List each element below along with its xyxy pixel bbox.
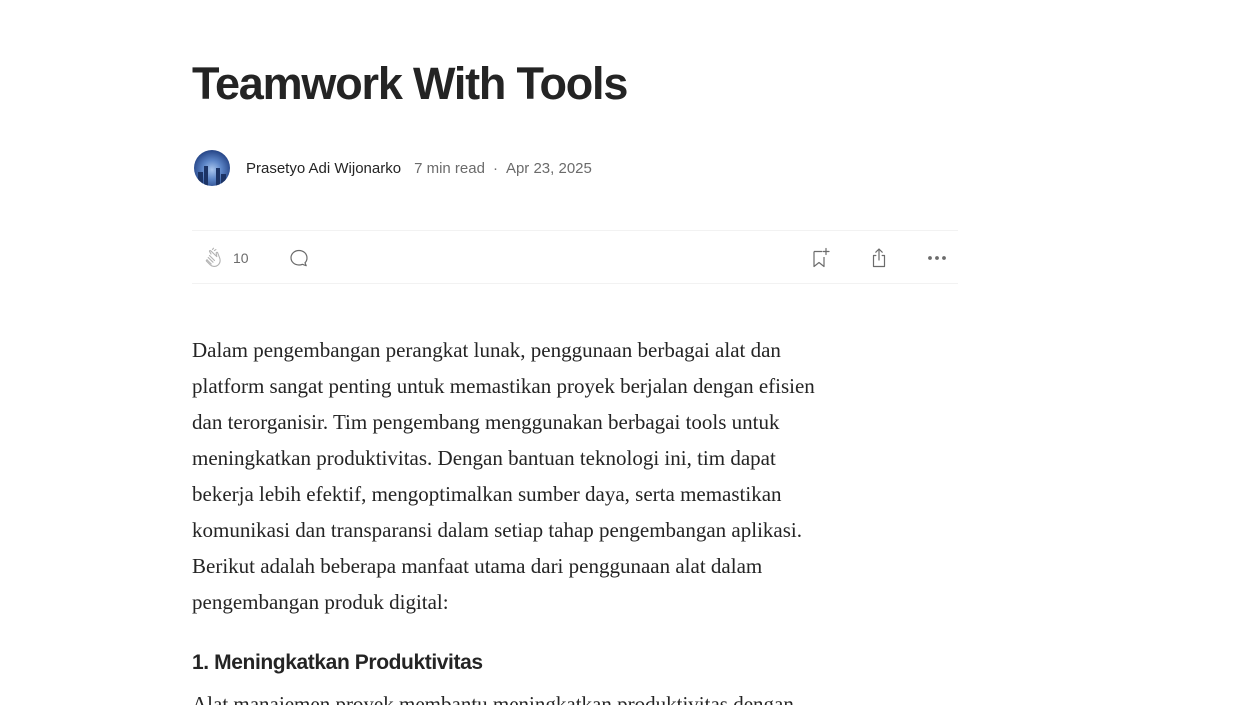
paragraph-line: bekerja lebih efektif, mengoptimalkan su… <box>192 482 782 506</box>
read-time: 7 min read <box>414 159 485 177</box>
bookmark-add-icon <box>808 246 832 270</box>
share-icon <box>867 246 891 270</box>
paragraph-line: platform sangat penting untuk memastikan… <box>192 374 815 398</box>
share-button[interactable] <box>867 231 891 285</box>
byline-separator: · <box>492 159 498 177</box>
more-horizontal-icon <box>925 246 949 270</box>
paragraph-line: Dalam pengembangan perangkat lunak, peng… <box>192 338 781 362</box>
paragraph-line: pengembangan produk digital: <box>192 590 449 614</box>
respond-button[interactable] <box>287 231 311 285</box>
clap-count: 10 <box>233 250 249 266</box>
paragraph-line: komunikasi dan transparansi dalam setiap… <box>192 518 802 542</box>
intro-paragraph: Dalam pengembangan perangkat lunak, peng… <box>192 332 958 620</box>
section-paragraph: Alat manajemen proyek membantu meningkat… <box>192 692 794 705</box>
paragraph-line: dan terorganisir. Tim pengembang menggun… <box>192 410 780 434</box>
paragraph-line: meningkatkan produktivitas. Dengan bantu… <box>192 446 776 470</box>
more-options-button[interactable] <box>925 231 949 285</box>
byline: Prasetyo Adi Wijonarko 7 min read · Apr … <box>194 150 592 186</box>
article-title: Teamwork With Tools <box>192 58 628 109</box>
section-heading: 1. Meningkatkan Produktivitas <box>192 651 483 674</box>
comment-icon <box>287 246 311 270</box>
author-avatar[interactable] <box>194 150 230 186</box>
clap-icon <box>202 246 226 270</box>
paragraph-line: Berikut adalah beberapa manfaat utama da… <box>192 554 763 578</box>
bookmark-button[interactable] <box>808 231 832 285</box>
article-action-bar: 10 <box>192 230 958 284</box>
author-name-link[interactable]: Prasetyo Adi Wijonarko <box>246 160 401 177</box>
publish-date: Apr 23, 2025 <box>505 159 592 177</box>
clap-button[interactable]: 10 <box>202 231 249 285</box>
